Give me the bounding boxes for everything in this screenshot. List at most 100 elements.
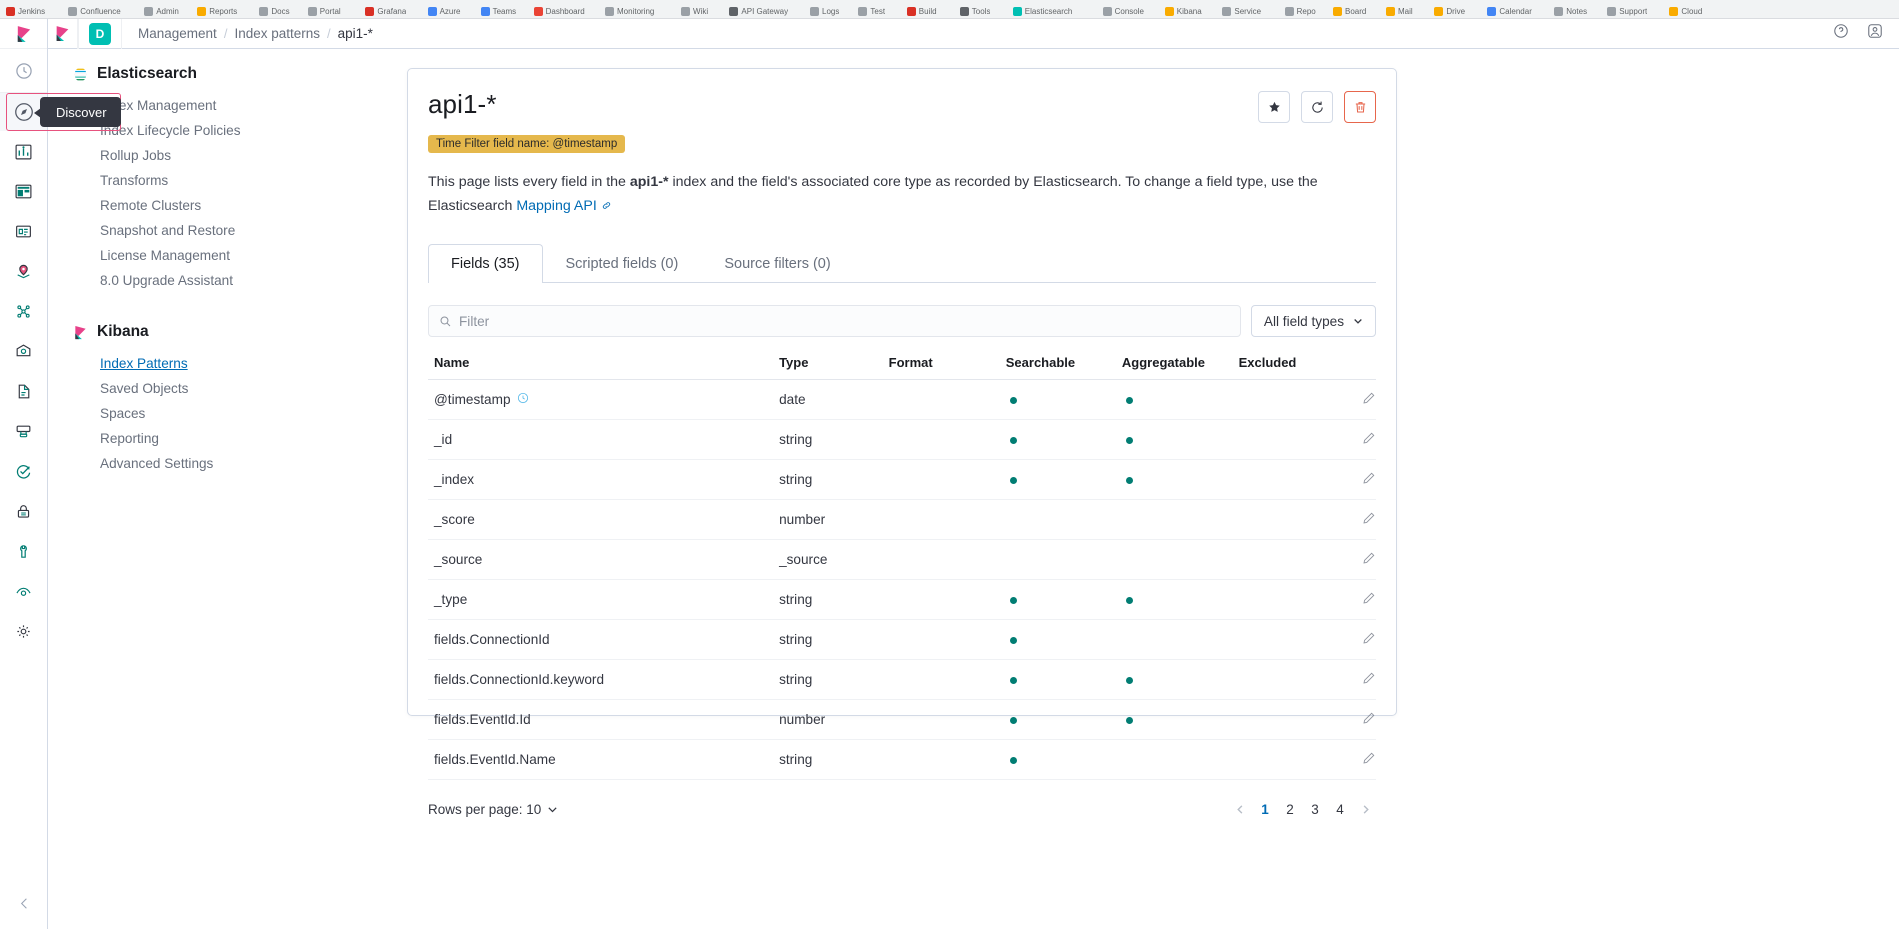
- sidenav-item-index-lifecycle-policies[interactable]: Index Lifecycle Policies: [73, 118, 399, 143]
- cell-edit-action[interactable]: [1336, 699, 1376, 740]
- pagination-page-2[interactable]: 2: [1279, 798, 1301, 820]
- column-header-type[interactable]: Type: [779, 355, 889, 380]
- bookmark-item[interactable]: Kibana: [1164, 5, 1202, 18]
- edit-field-button[interactable]: [1362, 392, 1376, 408]
- bookmark-item[interactable]: Dashboard: [533, 5, 585, 18]
- sidenav-item-license-management[interactable]: License Management: [73, 243, 399, 268]
- bookmark-item[interactable]: Reports: [197, 5, 237, 18]
- cell-edit-action[interactable]: [1336, 539, 1376, 580]
- edit-field-button[interactable]: [1362, 712, 1376, 728]
- edit-field-button[interactable]: [1362, 632, 1376, 648]
- cell-edit-action[interactable]: [1336, 739, 1376, 780]
- edit-field-button[interactable]: [1362, 672, 1376, 688]
- refresh-fields-button[interactable]: [1301, 91, 1333, 123]
- rail-item-siem[interactable]: [0, 491, 47, 531]
- space-avatar[interactable]: D: [89, 22, 111, 45]
- browser-bookmarks-bar[interactable]: Jenkins Confluence Admin Reports Docs Portal G…: [0, 0, 1899, 19]
- cell-edit-action[interactable]: [1336, 459, 1376, 500]
- cell-edit-action[interactable]: [1336, 659, 1376, 700]
- tab-fields[interactable]: Fields (35): [428, 244, 543, 283]
- bookmark-item[interactable]: Admin: [144, 5, 179, 18]
- bookmark-item[interactable]: Tools: [959, 5, 990, 18]
- cell-edit-action[interactable]: [1336, 579, 1376, 620]
- pagination-next-button[interactable]: [1354, 798, 1376, 820]
- breadcrumb-item-current[interactable]: api1-*: [338, 26, 373, 41]
- rail-item-maps[interactable]: [0, 251, 47, 291]
- rail-item-monitoring[interactable]: [0, 571, 47, 611]
- tab-source-filters[interactable]: Source filters (0): [701, 244, 853, 283]
- edit-field-button[interactable]: [1362, 592, 1376, 608]
- cell-edit-action[interactable]: [1336, 419, 1376, 460]
- column-header-excluded[interactable]: Excluded: [1238, 355, 1337, 380]
- bookmark-item[interactable]: Drive: [1434, 5, 1465, 18]
- sidenav-item-transforms[interactable]: Transforms: [73, 168, 399, 193]
- sidenav-item-remote-clusters[interactable]: Remote Clusters: [73, 193, 399, 218]
- rail-item-uptime[interactable]: [0, 451, 47, 491]
- bookmark-item[interactable]: Logs: [810, 5, 839, 18]
- sidenav-item-advanced-settings[interactable]: Advanced Settings: [73, 451, 399, 476]
- sidenav-item-saved-objects[interactable]: Saved Objects: [73, 376, 399, 401]
- rail-item-apm[interactable]: [0, 411, 47, 451]
- rows-per-page-dropdown[interactable]: Rows per page: 10: [428, 802, 558, 817]
- bookmark-item[interactable]: Notes: [1554, 5, 1587, 18]
- edit-field-button[interactable]: [1362, 512, 1376, 528]
- cell-edit-action[interactable]: [1336, 499, 1376, 540]
- sidenav-item-rollup-jobs[interactable]: Rollup Jobs: [73, 143, 399, 168]
- rail-item-recently-viewed[interactable]: [0, 49, 47, 93]
- bookmark-item[interactable]: Elasticsearch: [1012, 5, 1072, 18]
- pagination-previous-button[interactable]: [1229, 798, 1251, 820]
- column-header-format[interactable]: Format: [888, 355, 1006, 380]
- rail-item-machine-learning[interactable]: [0, 291, 47, 331]
- cell-edit-action[interactable]: [1336, 619, 1376, 660]
- bookmark-item[interactable]: Test: [858, 5, 885, 18]
- bookmark-item[interactable]: Portal: [307, 5, 341, 18]
- rail-item-dev-tools[interactable]: [0, 531, 47, 571]
- bookmark-item[interactable]: Support: [1607, 5, 1647, 18]
- column-header-searchable[interactable]: Searchable: [1005, 355, 1122, 380]
- edit-field-button[interactable]: [1362, 472, 1376, 488]
- filter-input[interactable]: [459, 313, 1230, 329]
- filter-input-wrapper[interactable]: [428, 305, 1241, 337]
- pagination-page-3[interactable]: 3: [1304, 798, 1326, 820]
- sidenav-item-index-management[interactable]: Index Management: [73, 93, 399, 118]
- bookmark-item[interactable]: Teams: [480, 5, 516, 18]
- kibana-home-logo[interactable]: [0, 19, 47, 49]
- sidenav-item-spaces[interactable]: Spaces: [73, 401, 399, 426]
- bookmark-item[interactable]: Repo: [1284, 5, 1316, 18]
- delete-index-pattern-button[interactable]: [1344, 91, 1376, 123]
- bookmark-item[interactable]: Azure: [427, 5, 461, 18]
- column-header-name[interactable]: Name: [428, 355, 780, 380]
- sidenav-item-upgrade-assistant[interactable]: 8.0 Upgrade Assistant: [73, 268, 399, 293]
- field-types-dropdown[interactable]: All field types: [1250, 305, 1376, 337]
- edit-field-button[interactable]: [1362, 432, 1376, 448]
- edit-field-button[interactable]: [1362, 552, 1376, 568]
- breadcrumb-item-index-patterns[interactable]: Index patterns: [234, 26, 320, 41]
- header-kibana-logo[interactable]: [48, 18, 78, 49]
- edit-field-button[interactable]: [1362, 752, 1376, 768]
- bookmark-item[interactable]: Cloud: [1669, 5, 1702, 18]
- bookmark-item[interactable]: Docs: [259, 5, 290, 18]
- bookmark-item[interactable]: Calendar: [1487, 5, 1532, 18]
- pagination-page-4[interactable]: 4: [1329, 798, 1351, 820]
- bookmark-item[interactable]: Wiki: [681, 5, 708, 18]
- bookmark-item[interactable]: Jenkins: [6, 5, 45, 18]
- rail-item-logs[interactable]: [0, 371, 47, 411]
- help-icon[interactable]: [1833, 23, 1849, 44]
- tab-scripted-fields[interactable]: Scripted fields (0): [543, 244, 702, 283]
- bookmark-item[interactable]: Confluence: [68, 5, 121, 18]
- pagination-page-1[interactable]: 1: [1254, 798, 1276, 820]
- sidenav-item-index-patterns[interactable]: Index Patterns: [73, 351, 399, 376]
- rail-item-management[interactable]: [0, 611, 47, 651]
- bookmark-item[interactable]: Console: [1102, 5, 1144, 18]
- sidenav-item-reporting[interactable]: Reporting: [73, 426, 399, 451]
- rail-item-canvas[interactable]: [0, 211, 47, 251]
- set-default-index-button[interactable]: [1258, 91, 1290, 123]
- column-header-aggregatable[interactable]: Aggregatable: [1121, 355, 1239, 380]
- rail-item-dashboard[interactable]: [0, 171, 47, 211]
- breadcrumb-item-management[interactable]: Management: [138, 26, 217, 41]
- sidenav-item-snapshot-and-restore[interactable]: Snapshot and Restore: [73, 218, 399, 243]
- bookmark-item[interactable]: Board: [1333, 5, 1366, 18]
- bookmark-item[interactable]: Grafana: [365, 5, 406, 18]
- rail-item-visualize[interactable]: [0, 131, 47, 171]
- bookmark-item[interactable]: Service: [1222, 5, 1261, 18]
